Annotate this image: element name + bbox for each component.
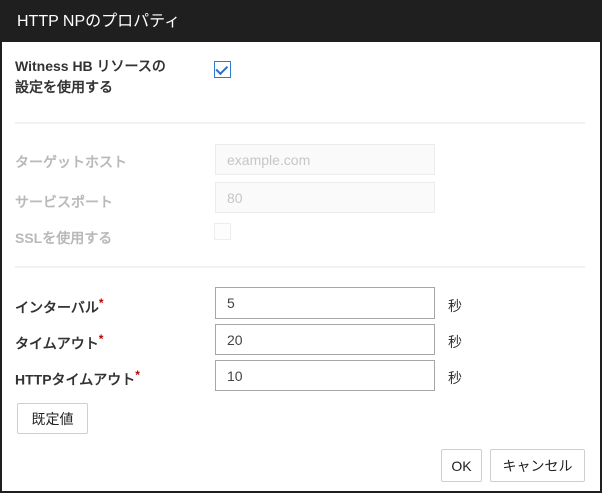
timeout-unit-label: 秒	[448, 332, 462, 352]
required-asterisk: *	[99, 332, 104, 346]
cancel-button[interactable]: キャンセル	[490, 449, 585, 482]
timeout-label: タイムアウト*	[15, 332, 103, 354]
http-timeout-input[interactable]	[215, 360, 435, 391]
interval-unit-label: 秒	[448, 296, 462, 316]
dialog-title: HTTP NPのプロパティ	[2, 2, 600, 42]
required-asterisk: *	[135, 368, 140, 382]
http-np-properties-dialog: HTTP NPのプロパティ Witness HB リソースの 設定を使用する タ…	[0, 0, 602, 493]
http-timeout-label: HTTPタイムアウト*	[15, 368, 140, 390]
use-ssl-checkbox	[214, 223, 231, 240]
service-port-label: サービスポート	[15, 192, 113, 212]
timeout-input[interactable]	[215, 324, 435, 355]
checkmark-icon	[215, 62, 228, 75]
divider-middle	[15, 266, 585, 268]
use-ssl-label: SSLを使用する	[15, 228, 112, 248]
default-values-button[interactable]: 既定値	[17, 403, 88, 434]
target-host-input	[215, 144, 435, 175]
witness-hb-checkbox[interactable]	[214, 61, 231, 78]
ok-button[interactable]: OK	[441, 449, 482, 482]
interval-label: インターバル*	[15, 296, 104, 318]
witness-hb-label: Witness HB リソースの 設定を使用する	[15, 56, 225, 98]
interval-input[interactable]	[215, 287, 435, 319]
required-asterisk: *	[99, 296, 104, 310]
divider-top	[15, 122, 585, 124]
target-host-label: ターゲットホスト	[15, 152, 127, 172]
http-timeout-unit-label: 秒	[448, 368, 462, 388]
service-port-input	[215, 182, 435, 213]
